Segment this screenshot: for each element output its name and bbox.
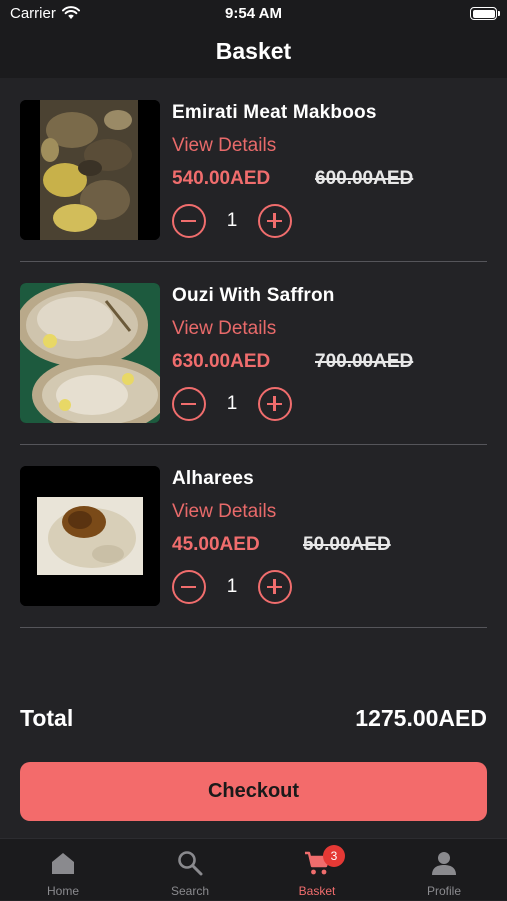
- total-label: Total: [20, 705, 74, 731]
- decrease-quantity-button[interactable]: [172, 570, 206, 604]
- minus-icon: [181, 402, 196, 405]
- item-old-price: 50.00AED: [303, 534, 391, 555]
- total-value: 1275.00AED: [355, 705, 487, 731]
- item-price: 540.00AED: [172, 168, 271, 189]
- item-price: 630.00AED: [172, 351, 271, 372]
- quantity-value: 1: [226, 393, 238, 414]
- quantity-value: 1: [226, 210, 238, 231]
- item-old-price: 700.00AED: [315, 351, 414, 372]
- minus-icon: [181, 219, 196, 222]
- home-icon: [52, 853, 74, 874]
- item-name: Ouzi With Saffron: [172, 285, 335, 306]
- navigation-bar: Basket: [0, 28, 507, 78]
- tab-profile[interactable]: Profile: [381, 839, 507, 901]
- decrease-quantity-button[interactable]: [172, 387, 206, 421]
- search-icon: [178, 851, 203, 876]
- tab-search[interactable]: Search: [127, 839, 253, 901]
- tab-home[interactable]: Home: [0, 839, 126, 901]
- item-image: [20, 283, 160, 423]
- increase-quantity-button[interactable]: [258, 570, 292, 604]
- increase-quantity-button[interactable]: [258, 387, 292, 421]
- tab-basket[interactable]: 3 Basket: [254, 839, 380, 901]
- checkout-button[interactable]: Checkout: [20, 762, 487, 821]
- view-details-link[interactable]: View Details: [172, 135, 276, 157]
- view-details-link[interactable]: View Details: [172, 501, 276, 523]
- basket-item: Ouzi With Saffron View Details 630.00AED…: [20, 283, 487, 445]
- checkout-label: Checkout: [207, 780, 300, 802]
- item-old-price: 600.00AED: [315, 168, 414, 189]
- tab-label: Profile: [426, 884, 461, 898]
- person-icon: [432, 852, 456, 875]
- tab-label: Home: [46, 884, 79, 898]
- basket-item: Emirati Meat Makboos View Details 540.00…: [20, 100, 487, 262]
- battery-icon: [470, 7, 500, 20]
- tab-bar: Home Search 3 Basket Profile: [0, 838, 507, 900]
- minus-icon: [181, 585, 196, 588]
- increase-quantity-button[interactable]: [258, 204, 292, 238]
- view-details-link[interactable]: View Details: [172, 318, 276, 340]
- page-title: Basket: [215, 38, 292, 64]
- item-image: [20, 100, 160, 240]
- item-name: Alharees: [172, 468, 254, 489]
- cart-count-badge: 3: [323, 845, 345, 867]
- item-name: Emirati Meat Makboos: [172, 102, 377, 123]
- decrease-quantity-button[interactable]: [172, 204, 206, 238]
- tab-label: Search: [170, 884, 210, 898]
- status-bar: Carrier 9:54 AM: [0, 0, 507, 28]
- quantity-value: 1: [226, 576, 238, 597]
- status-time: 9:54 AM: [225, 5, 282, 22]
- item-image: [20, 466, 160, 606]
- tab-label: Basket: [298, 884, 336, 898]
- item-price: 45.00AED: [172, 534, 260, 555]
- basket-item: Alharees View Details 45.00AED 50.00AED …: [20, 466, 487, 628]
